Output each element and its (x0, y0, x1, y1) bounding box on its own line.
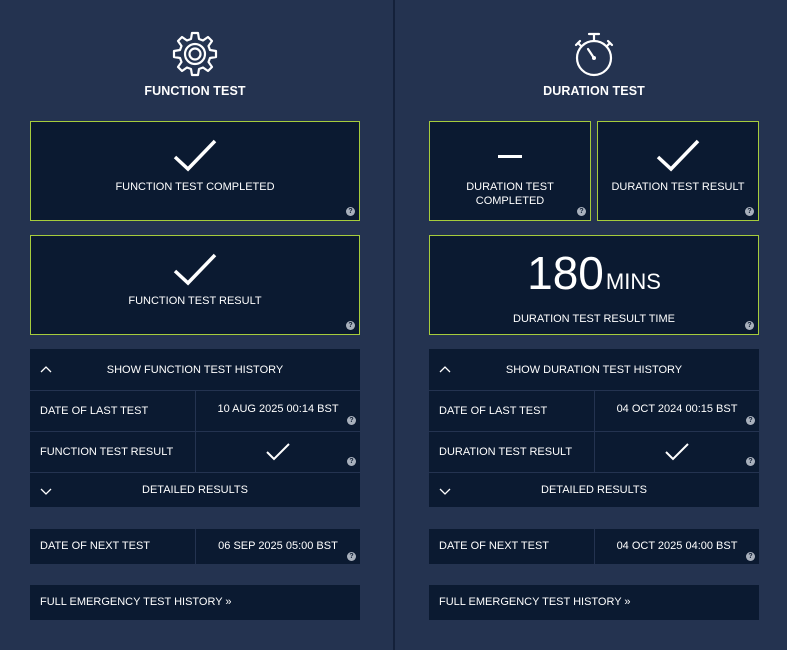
gear-icon (172, 31, 218, 77)
next-test-label: DATE OF NEXT TEST (40, 540, 151, 552)
duration-test-result-label: DURATION TEST RESULT (611, 181, 745, 193)
help-icon[interactable]: ? (347, 552, 356, 561)
help-icon[interactable]: ? (346, 207, 355, 216)
test-result-label: FUNCTION TEST RESULT (40, 446, 174, 458)
show-function-history-toggle[interactable]: SHOW FUNCTION TEST HISTORY (30, 349, 360, 391)
test-result-value (195, 432, 360, 472)
help-icon[interactable]: ? (746, 457, 755, 466)
duration-test-column: DURATION TEST DURATION TEST COMPLETED ? … (429, 0, 759, 650)
next-test-row: DATE OF NEXT TEST 06 SEP 2025 05:00 BST … (30, 529, 360, 564)
function-test-column: FUNCTION TEST FUNCTION TEST COMPLETED ? … (30, 0, 360, 650)
show-duration-history-toggle[interactable]: SHOW DURATION TEST HISTORY (429, 349, 759, 391)
function-test-title: FUNCTION TEST (144, 84, 246, 98)
history-toggle-label: SHOW DURATION TEST HISTORY (505, 364, 683, 376)
last-test-row: DATE OF LAST TEST 10 AUG 2025 00:14 BST … (30, 391, 360, 432)
test-result-row: FUNCTION TEST RESULT ? (30, 432, 360, 473)
history-toggle-label: SHOW FUNCTION TEST HISTORY (106, 364, 284, 376)
test-result-label: DURATION TEST RESULT (439, 446, 573, 458)
last-test-row: DATE OF LAST TEST 04 OCT 2024 00:15 BST … (429, 391, 759, 432)
result-time-unit: MINS (605, 269, 661, 294)
checkmark-icon (266, 443, 290, 461)
emergency-test-page: FUNCTION TEST FUNCTION TEST COMPLETED ? … (0, 0, 787, 650)
next-test-label: DATE OF NEXT TEST (439, 540, 550, 552)
help-icon[interactable]: ? (746, 552, 755, 561)
duration-test-completed-label: DURATION TEST COMPLETED (466, 181, 554, 207)
help-icon[interactable]: ? (346, 321, 355, 330)
function-test-result-label: FUNCTION TEST RESULT (128, 295, 262, 307)
next-test-row: DATE OF NEXT TEST 04 OCT 2025 04:00 BST … (429, 529, 759, 564)
full-history-label: FULL EMERGENCY TEST HISTORY » (40, 596, 232, 608)
last-test-label: DATE OF LAST TEST (40, 405, 149, 417)
help-icon[interactable]: ? (745, 207, 754, 216)
test-result-value (594, 432, 759, 472)
function-test-completed-label: FUNCTION TEST COMPLETED (115, 181, 275, 193)
last-test-label: DATE OF LAST TEST (439, 405, 548, 417)
checkmark-icon (173, 253, 217, 286)
duration-test-result-time-card: 180MINS DURATION TEST RESULT TIME ? (429, 235, 759, 335)
duration-test-completed-card: DURATION TEST COMPLETED ? (429, 121, 591, 221)
result-time-display: 180MINS (430, 248, 758, 298)
help-icon[interactable]: ? (745, 321, 754, 330)
last-test-value: 10 AUG 2025 00:14 BST (195, 391, 360, 431)
stopwatch-icon (574, 32, 614, 77)
checkmark-icon (656, 139, 700, 172)
checkmark-icon (665, 443, 689, 461)
detailed-results-toggle[interactable]: DETAILED RESULTS (30, 473, 360, 507)
full-emergency-test-history-link[interactable]: FULL EMERGENCY TEST HISTORY » (30, 585, 360, 620)
detailed-results-label: DETAILED RESULTS (541, 484, 647, 496)
checkmark-icon (173, 139, 217, 172)
function-test-result-card: FUNCTION TEST RESULT ? (30, 235, 360, 335)
help-icon[interactable]: ? (347, 416, 356, 425)
detailed-results-label: DETAILED RESULTS (142, 484, 248, 496)
function-test-completed-card: FUNCTION TEST COMPLETED ? (30, 121, 360, 221)
duration-test-title: DURATION TEST (543, 84, 645, 98)
result-time-label: DURATION TEST RESULT TIME (513, 313, 675, 325)
duration-test-history-panel: SHOW DURATION TEST HISTORY DATE OF LAST … (429, 349, 759, 507)
result-time-value: 180 (527, 247, 604, 299)
duration-test-result-card: DURATION TEST RESULT ? (597, 121, 759, 221)
help-icon[interactable]: ? (746, 416, 755, 425)
last-test-value: 04 OCT 2024 00:15 BST (594, 391, 759, 431)
dash-icon (498, 155, 522, 158)
full-emergency-test-history-link[interactable]: FULL EMERGENCY TEST HISTORY » (429, 585, 759, 620)
help-icon[interactable]: ? (347, 457, 356, 466)
function-test-history-panel: SHOW FUNCTION TEST HISTORY DATE OF LAST … (30, 349, 360, 507)
next-test-value: 06 SEP 2025 05:00 BST (195, 529, 360, 564)
help-icon[interactable]: ? (577, 207, 586, 216)
detailed-results-toggle[interactable]: DETAILED RESULTS (429, 473, 759, 507)
full-history-label: FULL EMERGENCY TEST HISTORY » (439, 596, 631, 608)
column-divider (393, 0, 395, 650)
test-result-row: DURATION TEST RESULT ? (429, 432, 759, 473)
next-test-value: 04 OCT 2025 04:00 BST (594, 529, 759, 564)
